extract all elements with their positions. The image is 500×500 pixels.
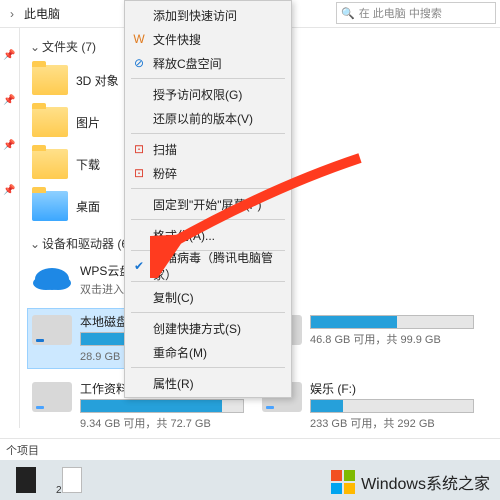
context-menu-item[interactable]: 格式化(A)... — [125, 223, 291, 247]
pin-icon[interactable]: 📌 — [0, 185, 19, 196]
menu-separator — [131, 188, 285, 189]
context-menu-item[interactable]: ⊡ 粉碎 — [125, 161, 291, 185]
menu-item-label: 重命名(M) — [153, 344, 207, 361]
taskbar-item[interactable] — [4, 462, 48, 498]
context-menu-item[interactable]: W 文件快搜 — [125, 27, 291, 51]
menu-item-icon: ⊘ — [131, 55, 147, 71]
menu-item-label: 文件快搜 — [153, 31, 201, 48]
cloud-drive-icon — [32, 264, 72, 294]
pin-icon[interactable]: 📌 — [0, 95, 19, 106]
folder-icon — [32, 65, 68, 95]
menu-item-label: 添加到快速访问 — [153, 7, 237, 24]
pin-icon[interactable]: 📌 — [0, 50, 19, 61]
menu-item-label: 扫描 — [153, 141, 177, 158]
folder-label: 图片 — [76, 114, 100, 131]
folder-icon — [32, 149, 68, 179]
menu-item-label: 粉碎 — [153, 165, 177, 182]
folder-icon — [32, 191, 68, 221]
menu-item-label: 属性(R) — [153, 375, 194, 392]
context-menu-item[interactable]: 重命名(M) — [125, 340, 291, 364]
quick-access-gutter: 📌 📌 📌 📌 — [0, 28, 20, 428]
drives-section-label: 设备和驱动器 (6) — [42, 235, 132, 252]
context-menu: 添加到快速访问 W 文件快搜 ⊘ 释放C盘空间授予访问权限(G) 还原以前的版本(V) ⊡ 扫… — [124, 0, 292, 398]
folder-label: 桌面 — [76, 198, 100, 215]
context-menu-item[interactable]: 固定到"开始"屏幕(P) — [125, 192, 291, 216]
drive-usage-bar — [310, 315, 474, 329]
pin-icon[interactable]: 📌 — [0, 140, 19, 151]
taskbar-count: 2 — [56, 485, 62, 496]
context-menu-item[interactable]: 授予访问权限(G) — [125, 82, 291, 106]
status-text: 个项目 — [6, 442, 39, 458]
folder-label: 3D 对象 — [76, 72, 119, 89]
menu-item-label: 复制(C) — [153, 289, 194, 306]
folder-icon — [32, 107, 68, 137]
breadcrumb-title[interactable]: 此电脑 — [20, 5, 64, 22]
context-menu-item[interactable]: ⊡ 扫描 — [125, 137, 291, 161]
taskbar-thumb-icon — [62, 467, 82, 493]
context-menu-item[interactable]: ⊘ 释放C盘空间 — [125, 51, 291, 75]
search-icon: 🔍 — [341, 7, 355, 20]
context-menu-item[interactable]: 创建快捷方式(S) — [125, 316, 291, 340]
drive-usage-bar — [310, 399, 474, 413]
watermark-text: Windows系统之家 — [361, 470, 490, 494]
status-bar: 个项目 — [0, 438, 500, 460]
context-menu-item[interactable]: 添加到快速访问 — [125, 3, 291, 27]
menu-item-label: 固定到"开始"屏幕(P) — [153, 196, 262, 213]
menu-separator — [131, 367, 285, 368]
menu-separator — [131, 133, 285, 134]
search-placeholder: 在 此电脑 中搜索 — [359, 5, 442, 21]
drive-title: 娱乐 (F:) — [310, 380, 474, 397]
taskbar: 2 Windows系统之家 — [0, 460, 500, 500]
watermark: Windows系统之家 — [331, 470, 490, 494]
menu-item-label: 还原以前的版本(V) — [153, 110, 253, 127]
drive-icon — [32, 382, 72, 412]
folder-label: 下载 — [76, 156, 100, 173]
collapse-caret-icon: ⌄ — [28, 40, 42, 54]
drive-usage-text: 233 GB 可用，共 292 GB — [310, 415, 474, 431]
context-menu-item[interactable]: ✔扫描病毒（腾讯电脑管家） — [125, 254, 291, 278]
menu-item-icon: ⊡ — [131, 165, 147, 181]
context-menu-item[interactable]: 还原以前的版本(V) — [125, 106, 291, 130]
drive-usage-bar — [80, 399, 244, 413]
breadcrumb-chevron-icon: › — [4, 7, 20, 21]
menu-item-icon: W — [131, 31, 147, 47]
drive-usage-text: 46.8 GB 可用，共 99.9 GB — [310, 331, 474, 347]
menu-item-icon: ✔ — [131, 258, 147, 274]
folders-section-label: 文件夹 (7) — [42, 38, 96, 55]
search-input[interactable]: 🔍 在 此电脑 中搜索 — [336, 2, 496, 24]
menu-separator — [131, 312, 285, 313]
menu-separator — [131, 219, 285, 220]
menu-item-label: 释放C盘空间 — [153, 55, 222, 72]
context-menu-item[interactable]: 属性(R) — [125, 371, 291, 395]
drive-icon — [32, 315, 72, 345]
drive-usage-text: 9.34 GB 可用，共 72.7 GB — [80, 415, 244, 431]
mouse-cursor-icon: ↖ — [164, 242, 177, 262]
windows-logo-icon — [331, 470, 355, 494]
collapse-caret-icon: ⌄ — [28, 237, 42, 251]
taskbar-thumb-icon — [16, 467, 36, 493]
menu-item-label: 创建快捷方式(S) — [153, 320, 241, 337]
menu-separator — [131, 78, 285, 79]
menu-item-label: 格式化(A)... — [153, 227, 215, 244]
taskbar-item[interactable]: 2 — [50, 462, 94, 498]
menu-item-label: 授予访问权限(G) — [153, 86, 242, 103]
menu-item-icon: ⊡ — [131, 141, 147, 157]
context-menu-item[interactable]: 复制(C) — [125, 285, 291, 309]
